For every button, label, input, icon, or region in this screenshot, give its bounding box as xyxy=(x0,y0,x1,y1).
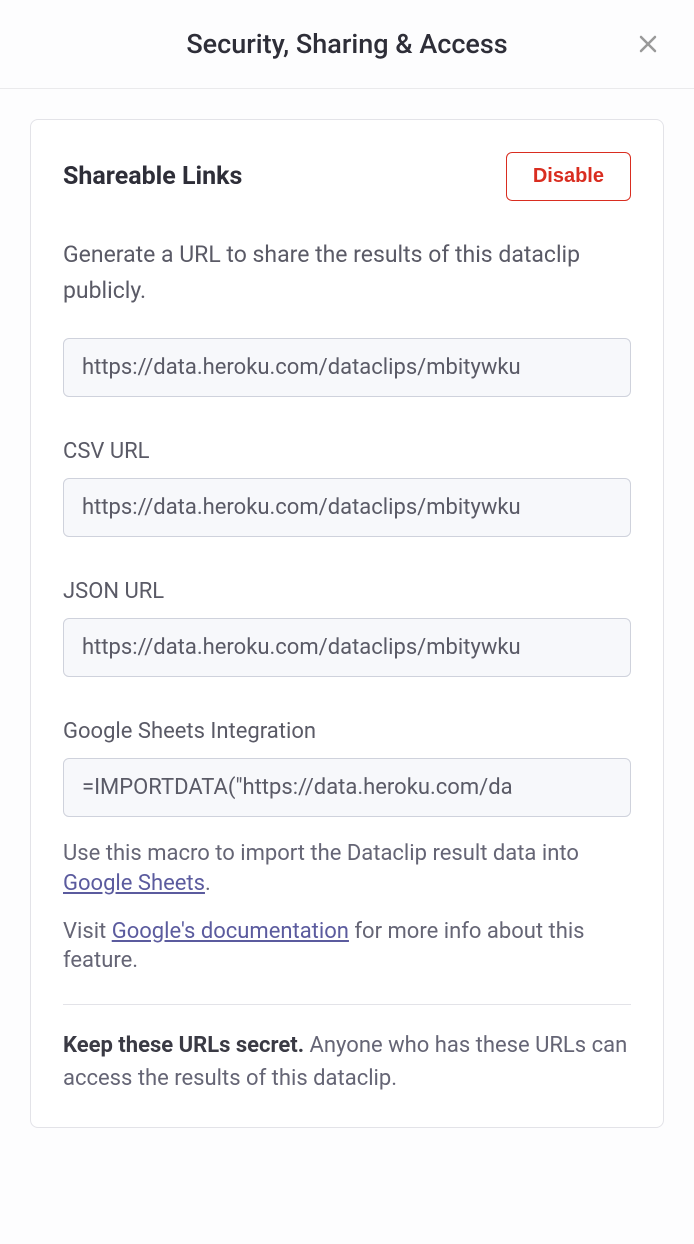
modal-title: Security, Sharing & Access xyxy=(186,28,507,60)
helper-text-span: Use this macro to import the Dataclip re… xyxy=(63,841,579,866)
warning-text: Keep these URLs secret. Anyone who has t… xyxy=(63,1029,631,1095)
csv-url-label: CSV URL xyxy=(63,439,631,464)
csv-url-input[interactable] xyxy=(63,478,631,537)
helper-text-span: Visit xyxy=(63,919,112,944)
helper-text-span: . xyxy=(205,871,211,896)
disable-button[interactable]: Disable xyxy=(506,152,631,201)
section-title: Shareable Links xyxy=(63,162,242,191)
section-description: Generate a URL to share the results of t… xyxy=(63,237,631,308)
json-url-input[interactable] xyxy=(63,618,631,677)
google-sheets-link[interactable]: Google Sheets xyxy=(63,871,205,896)
documentation-helper-text: Visit Google's documentation for more in… xyxy=(63,917,631,976)
shareable-links-card: Shareable Links Disable Generate a URL t… xyxy=(30,119,664,1128)
gsheets-helper-text: Use this macro to import the Dataclip re… xyxy=(63,839,631,898)
warning-bold: Keep these URLs secret. xyxy=(63,1033,304,1058)
gsheets-label: Google Sheets Integration xyxy=(63,719,631,744)
divider xyxy=(63,1004,631,1005)
modal-header: Security, Sharing & Access xyxy=(0,0,694,89)
gsheets-formula-input[interactable] xyxy=(63,758,631,817)
google-documentation-link[interactable]: Google's documentation xyxy=(112,919,349,944)
close-button[interactable] xyxy=(632,28,664,60)
share-url-input[interactable] xyxy=(63,338,631,397)
close-icon xyxy=(636,32,660,56)
section-header: Shareable Links Disable xyxy=(63,152,631,201)
json-url-label: JSON URL xyxy=(63,579,631,604)
